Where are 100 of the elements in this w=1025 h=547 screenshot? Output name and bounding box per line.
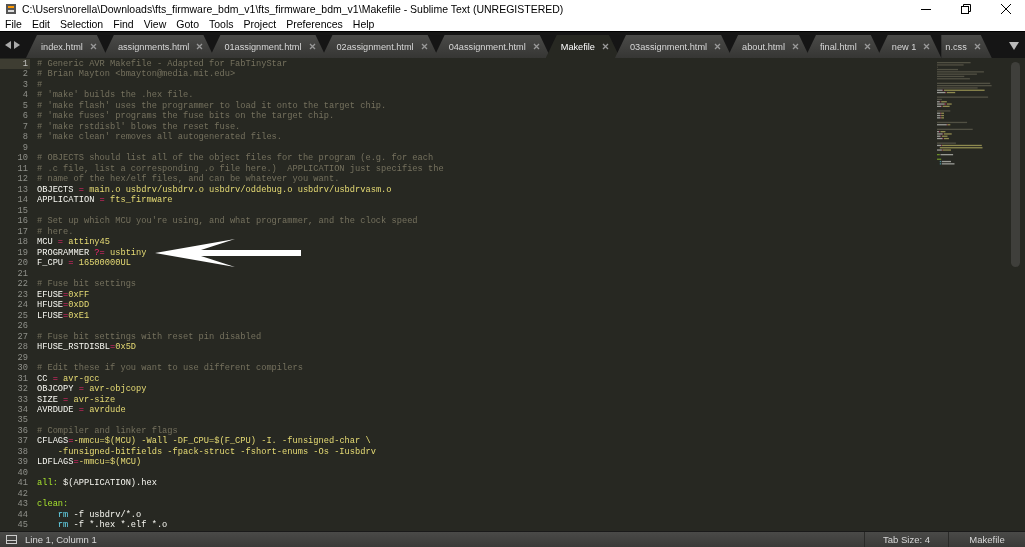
tab[interactable]: new 1 [876, 35, 942, 58]
line-number: 26 [16, 321, 29, 332]
close-icon[interactable] [1001, 3, 1011, 14]
line-number: 8 [21, 132, 29, 143]
line-number: 23 [16, 289, 29, 301]
code-text: 0xDD [68, 300, 90, 311]
menu-item[interactable]: Goto [176, 18, 199, 30]
menu-item[interactable]: View [143, 18, 167, 30]
window-title: C:\Users\norella\Downloads\fts_firmware_bdm_v1\fts_firmware_bdm_v1\Makefile - Sublime Text (UNREGISTERED) [22, 2, 565, 15]
scrollbar-thumb[interactable] [1011, 62, 1020, 267]
code-text: usbtiny [109, 247, 147, 259]
panel-icon[interactable] [6, 535, 17, 544]
line-number: 30 [16, 363, 29, 374]
line-number: 33 [16, 394, 29, 405]
line-number: 1 [0, 59, 30, 70]
code-text: rm [56, 509, 69, 521]
code-text: = [78, 405, 84, 416]
code-text: = [57, 237, 64, 248]
code-text: EFUSE [37, 289, 64, 301]
menu-item[interactable]: Find [113, 18, 134, 30]
line-number: 19 [16, 247, 29, 259]
code-text: CC [37, 373, 49, 384]
menu-item[interactable]: Help [352, 18, 375, 30]
menu-item[interactable]: Preferences [286, 18, 343, 30]
code-text: # [37, 79, 43, 91]
code-text: # Fuse bit settings [37, 279, 137, 290]
line-number: 34 [16, 405, 29, 416]
code-text: HFUSE_RSTDISBL [37, 342, 110, 353]
tab[interactable]: Makefile [545, 35, 620, 58]
line-number: 10 [16, 153, 29, 164]
line-number: 20 [16, 258, 29, 269]
code-text: = [63, 300, 69, 311]
code-text: = [78, 184, 84, 196]
code-text: clean: [37, 499, 69, 510]
line-number: 14 [16, 195, 29, 206]
line-number: 43 [16, 499, 29, 510]
code-text: # 'make flash' uses the programmer to load it onto the target chip. [37, 100, 387, 111]
menu-item[interactable]: Project [243, 18, 277, 30]
right-arrow-icon[interactable] [14, 41, 20, 49]
code-text: LDFLAGS [37, 457, 74, 468]
code-text: all: [37, 478, 58, 489]
cursor-position: Line 1, Column 1 [25, 534, 97, 545]
code-text: # Brian Mayton <bmayton@media.mit.edu> [37, 69, 236, 80]
line-number: 21 [16, 268, 29, 280]
left-arrow-icon[interactable] [5, 41, 11, 49]
menu-item[interactable]: File [5, 18, 22, 30]
code-text: -mmcu=$(MCU) [78, 457, 142, 468]
line-number: 25 [16, 310, 29, 322]
line-number: 16 [16, 216, 29, 227]
code-text: # Generic AVR Makefile - Adapted for FabTinyStar [37, 59, 288, 69]
line-number: 29 [16, 352, 29, 364]
code-text: ?= [94, 247, 105, 259]
code-text: # Fuse bit settings with reset pin disabled [37, 331, 262, 343]
code-text: avr-gcc [62, 373, 100, 384]
code-text: = [110, 342, 116, 353]
code-text: # Compiler and linker flags [37, 425, 178, 436]
line-number: 22 [16, 279, 29, 290]
code-text: OBJECTS [37, 184, 75, 196]
code-text: # 'make clean' removes all autogenerated files. [37, 132, 283, 143]
line-number: 32 [16, 384, 29, 395]
line-number: 28 [16, 342, 29, 353]
code-text: 0xFF [68, 289, 90, 301]
code-text: SIZE [37, 394, 59, 405]
line-number: 9 [21, 142, 29, 154]
code-text: -funsigned-bitfields -fpack-struct -fshort-enums -Os -Iusbdrv [56, 446, 376, 457]
code-text: HFUSE [37, 300, 64, 311]
code-text: = [63, 289, 69, 301]
tab[interactable]: about.html [727, 35, 810, 58]
menu-item[interactable]: Tools [209, 18, 234, 30]
code-text: # 'make fuses' programs the fuse bits on the target chip. [37, 111, 335, 122]
code-text: = [78, 384, 84, 395]
line-number: 2 [21, 69, 29, 80]
line-number: 24 [16, 300, 29, 311]
code-text: APPLICATION [37, 195, 96, 206]
code-text: = [68, 436, 74, 447]
restore-icon[interactable] [961, 3, 971, 14]
line-number: 3 [21, 79, 29, 91]
line-number: 6 [21, 111, 29, 122]
menu-item[interactable]: Edit [31, 18, 50, 30]
menu-item[interactable]: Selection [60, 18, 104, 30]
code-text: rm [56, 520, 69, 531]
code-text: = [63, 394, 69, 405]
tab-size-button[interactable]: Tab Size: 4 [864, 532, 948, 547]
line-number: 45 [16, 520, 29, 531]
tab[interactable]: index.html [26, 35, 108, 58]
line-number: 38 [16, 446, 29, 458]
code-text: # name of the hex/elf files, and can be whatever you want. [37, 174, 340, 185]
code-text: -f usbdrv/*.o [72, 509, 142, 520]
code-text: # .c file, list a corresponding .o file here.) APPLICATION just specifies the [37, 163, 444, 174]
line-number: 37 [16, 436, 29, 447]
code-text: avrdude [88, 405, 126, 416]
code-text: $(APPLICATION).hex [62, 478, 157, 489]
code-text: # 'make rstdisbl' blows the reset fuse. [37, 121, 241, 132]
code-text: -f *.hex *.elf *.o [72, 520, 168, 531]
line-number: 17 [16, 226, 29, 238]
dropdown-icon[interactable] [1009, 42, 1019, 50]
code-text: LFUSE [37, 310, 64, 322]
tab[interactable]: n.css [941, 35, 992, 58]
code-text: fts_firmware [109, 195, 173, 206]
syntax-button[interactable]: Makefile [948, 532, 1025, 547]
